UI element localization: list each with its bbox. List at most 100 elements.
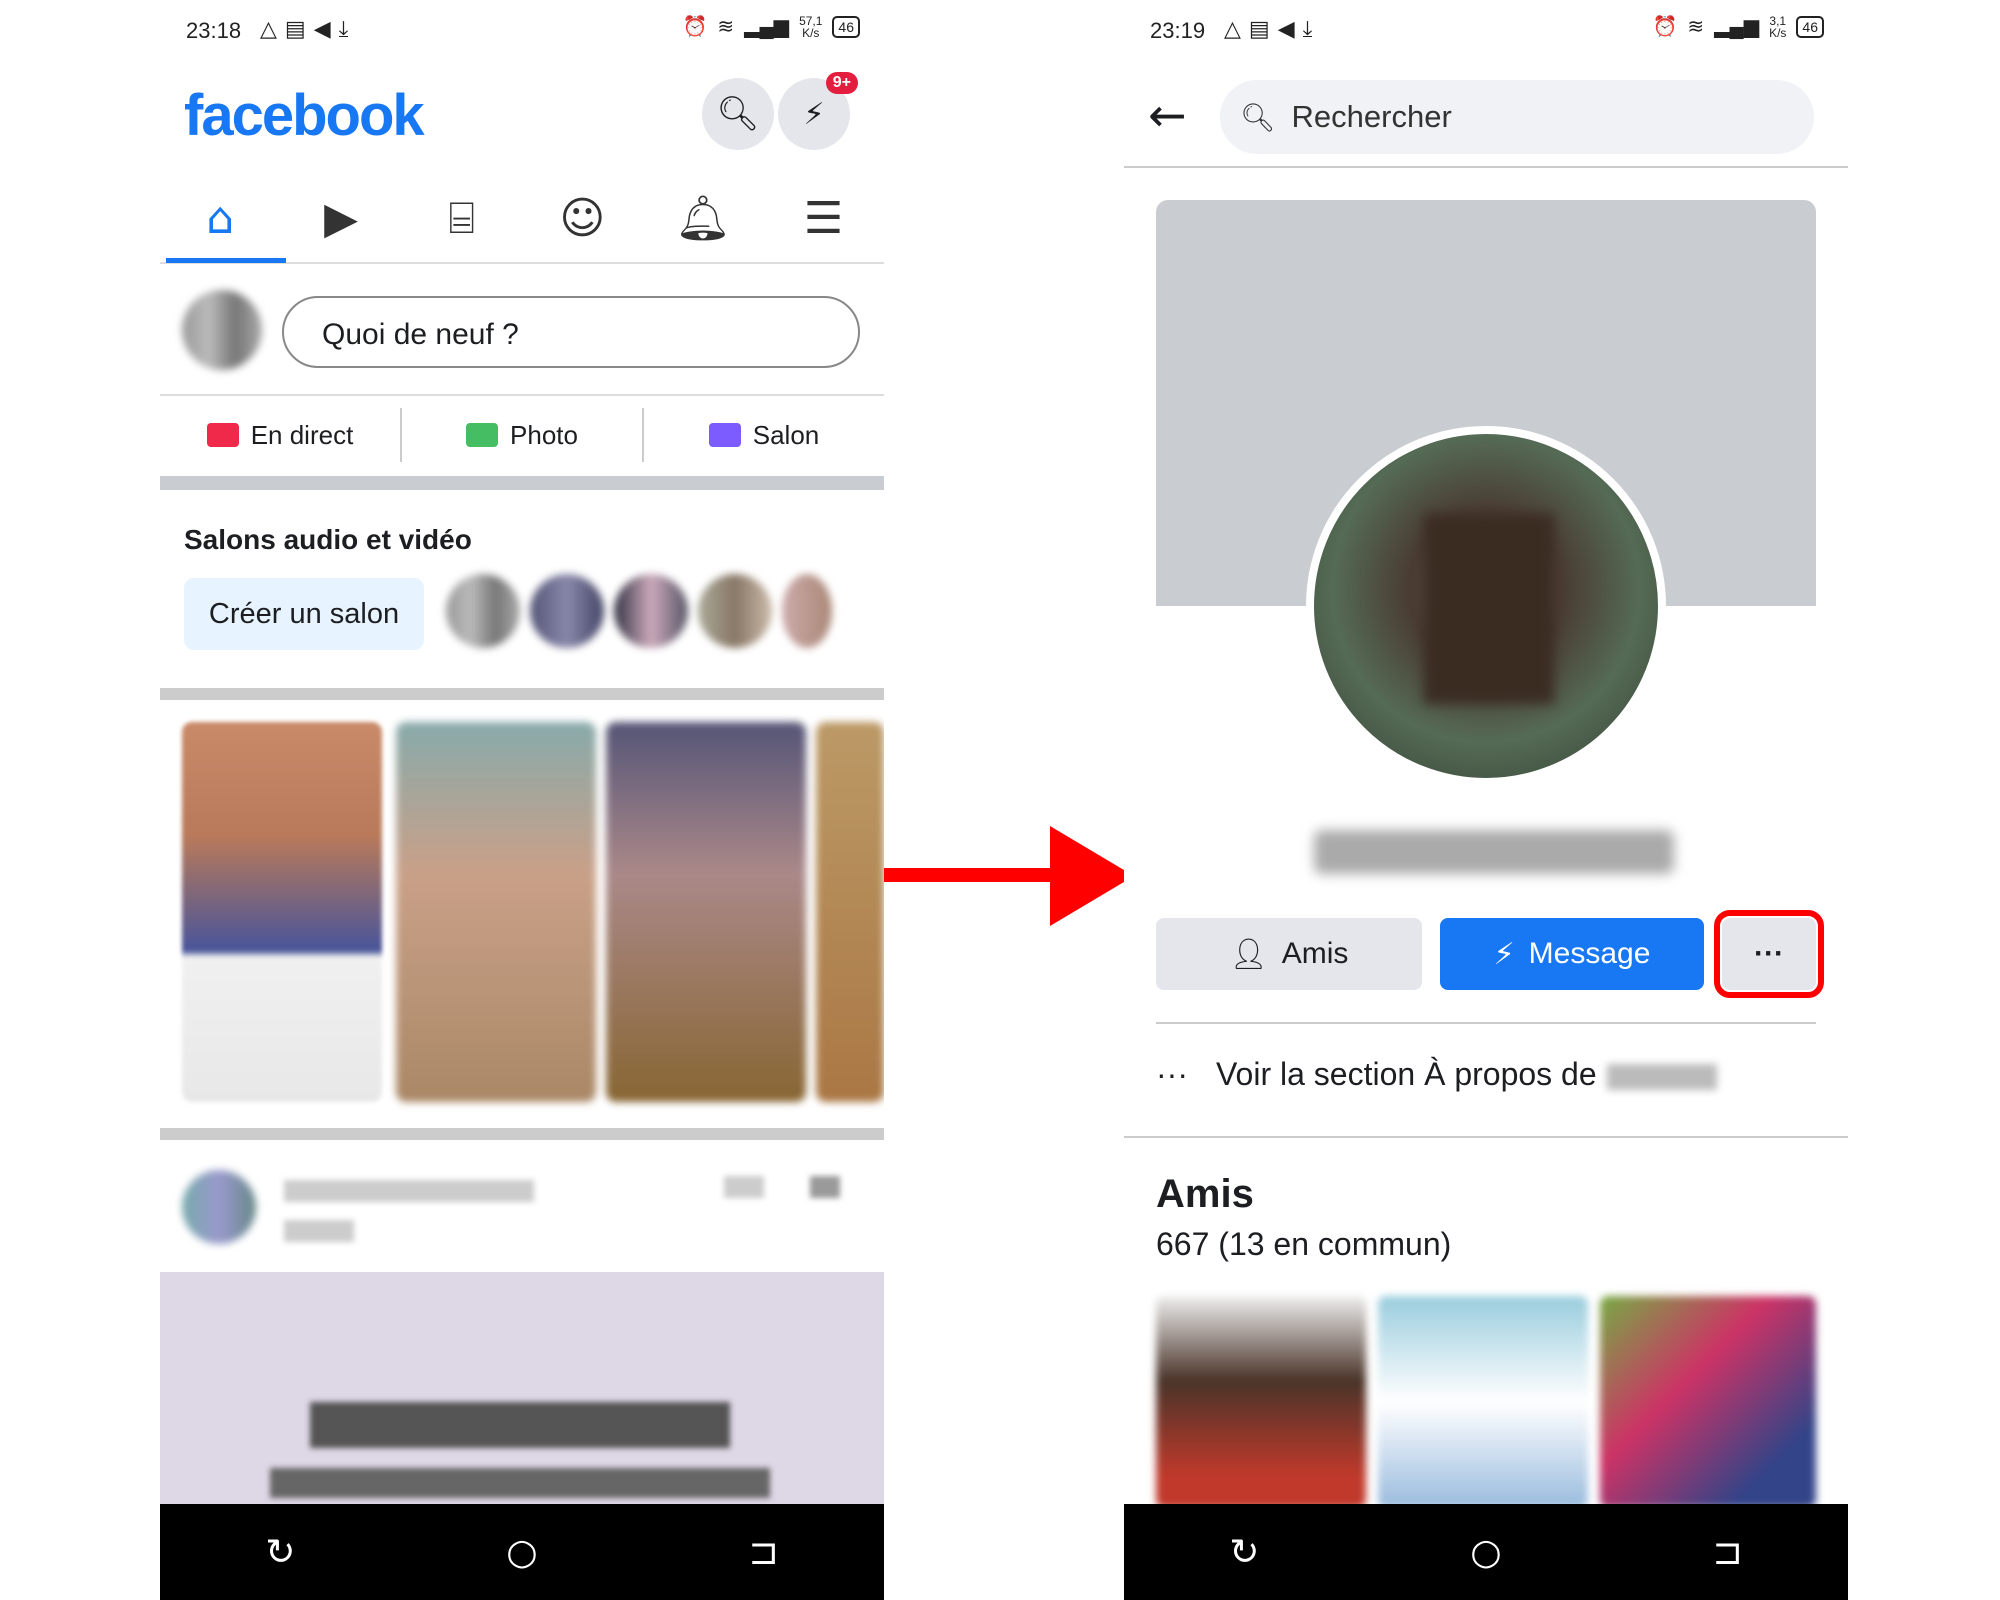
- telegram-icon: ◀: [1277, 16, 1295, 41]
- post-close[interactable]: [810, 1176, 840, 1198]
- messenger-button[interactable]: ⚡︎ 9+: [778, 72, 858, 150]
- room-icon: [708, 423, 741, 447]
- wifi-icon: ≋: [717, 16, 735, 38]
- main-tabs: ⌂ ▶ ⌸ ☺ 🔔︎ ☰: [160, 174, 884, 264]
- news-icon: ▤: [1248, 16, 1270, 41]
- signal-icon: ▂▄▆: [744, 16, 790, 38]
- facebook-logo: facebook: [184, 83, 425, 148]
- post-author-avatar[interactable]: [182, 1170, 256, 1244]
- notifications-icon[interactable]: 🔔︎: [663, 192, 743, 244]
- header-divider: [1124, 166, 1848, 168]
- battery-indicator: 46: [1796, 15, 1824, 38]
- friends-title: Amis: [1156, 1172, 1254, 1216]
- story-card[interactable]: [396, 722, 596, 1102]
- room-friend-avatar[interactable]: [530, 574, 604, 648]
- search-placeholder: Rechercher: [1291, 99, 1452, 134]
- status-time: 23:19: [1150, 18, 1206, 43]
- phone-profile-screen: 23:19 △ ▤ ◀ ⤓ ⏰ ≋ ▂▄▆ 3,1 K/s 46 ← 🔍︎ Rec…: [1124, 0, 1848, 1600]
- room-friend-avatar[interactable]: [446, 574, 520, 648]
- rooms-title: Salons audio et vidéo: [184, 524, 472, 555]
- annotation-arrow-head: [1050, 826, 1134, 926]
- speed-unit: K/s: [1769, 25, 1787, 40]
- room-friend-avatar[interactable]: [614, 574, 688, 648]
- post-options[interactable]: [724, 1176, 764, 1198]
- alarm-icon: ⏰: [682, 16, 708, 38]
- search-input[interactable]: 🔍︎ Rechercher: [1220, 80, 1814, 154]
- alert-icon: △: [1224, 16, 1241, 41]
- post-image[interactable]: [160, 1272, 884, 1504]
- post-timestamp: [284, 1220, 354, 1242]
- telegram-icon: ◀: [313, 16, 331, 41]
- friend-thumbnail[interactable]: [1378, 1296, 1588, 1508]
- message-button-label: Message: [1528, 937, 1651, 970]
- search-button[interactable]: 🔍︎: [702, 78, 774, 150]
- room-button[interactable]: Salon: [644, 408, 884, 462]
- back-nav-icon[interactable]: ⊐: [1712, 1532, 1742, 1573]
- story-card[interactable]: [606, 722, 806, 1102]
- friends-button[interactable]: 👤︎ Amis: [1156, 918, 1422, 990]
- divider: [1156, 1022, 1816, 1024]
- section-divider: [160, 688, 884, 700]
- android-nav-bar: ↻ ○ ⊐: [1124, 1504, 1848, 1600]
- about-section-link[interactable]: ··· Voir la section À propos de: [1156, 1056, 1717, 1093]
- profile-name: [1314, 830, 1674, 874]
- signal-icon: ▂▄▆: [1714, 16, 1760, 38]
- recent-apps-icon[interactable]: ↻: [265, 1532, 295, 1573]
- friend-thumbnail[interactable]: [1600, 1296, 1816, 1508]
- alarm-icon: ⏰: [1652, 16, 1678, 38]
- whats-new-input[interactable]: Quoi de neuf ?: [282, 296, 860, 368]
- status-time: 23:18: [186, 18, 242, 43]
- messenger-icon: ⚡︎: [1493, 937, 1515, 971]
- home-icon[interactable]: ⌂: [180, 193, 260, 244]
- post-actions: En direct Photo Salon: [160, 394, 884, 474]
- profile-icon[interactable]: ☺: [542, 193, 622, 244]
- live-button[interactable]: En direct: [160, 408, 402, 462]
- more-dots-icon: ···: [1156, 1056, 1188, 1092]
- alert-icon: △: [260, 16, 277, 41]
- phone-feed-screen: 23:18 △ ▤ ◀ ⤓ ⏰ ≋ ▂▄▆ 57,1 K/s 46 faceboo…: [160, 0, 884, 1600]
- home-nav-icon[interactable]: ○: [1470, 1532, 1501, 1573]
- android-nav-bar: ↻ ○ ⊐: [160, 1504, 884, 1600]
- about-name: [1606, 1063, 1717, 1090]
- friend-check-icon: 👤︎: [1229, 937, 1268, 971]
- photo-label: Photo: [510, 419, 578, 450]
- network-speed: 3,1 K/s: [1769, 15, 1786, 39]
- speed-unit: K/s: [802, 25, 820, 40]
- messenger-icon: ⚡︎: [803, 97, 825, 131]
- system-icons: ⏰ ≋ ▂▄▆ 57,1 K/s 46: [682, 14, 860, 39]
- story-card[interactable]: [816, 722, 884, 1102]
- messenger-badge: 9+: [825, 72, 858, 94]
- post-image-text: [270, 1468, 770, 1498]
- section-divider: [1124, 1136, 1848, 1138]
- marketplace-icon[interactable]: ⌸: [422, 193, 502, 244]
- watch-icon[interactable]: ▶: [301, 193, 381, 244]
- profile-face: [1424, 514, 1554, 704]
- photo-button[interactable]: Photo: [402, 408, 644, 462]
- more-options-button[interactable]: ···: [1714, 910, 1824, 998]
- profile-picture[interactable]: [1306, 426, 1666, 786]
- room-friend-avatar[interactable]: [782, 574, 832, 648]
- friend-thumbnail[interactable]: [1156, 1296, 1366, 1508]
- section-divider: [160, 1128, 884, 1140]
- back-nav-icon[interactable]: ⊐: [748, 1532, 778, 1573]
- status-bar: 23:19 △ ▤ ◀ ⤓ ⏰ ≋ ▂▄▆ 3,1 K/s 46: [1124, 0, 1848, 64]
- system-icons: ⏰ ≋ ▂▄▆ 3,1 K/s 46: [1652, 14, 1824, 39]
- home-nav-icon[interactable]: ○: [506, 1532, 537, 1573]
- back-arrow-icon[interactable]: ←: [1148, 88, 1187, 142]
- news-icon: ▤: [284, 16, 306, 41]
- create-story-card[interactable]: [182, 722, 382, 1102]
- create-room-button[interactable]: Créer un salon: [184, 578, 424, 650]
- recent-apps-icon[interactable]: ↻: [1229, 1532, 1259, 1573]
- room-friend-avatar[interactable]: [698, 574, 772, 648]
- friends-button-label: Amis: [1281, 937, 1349, 970]
- network-speed: 57,1 K/s: [799, 15, 822, 39]
- download-icon: ⤓: [1302, 16, 1313, 41]
- menu-icon[interactable]: ☰: [784, 193, 864, 244]
- live-icon: [206, 423, 239, 447]
- section-divider: [160, 476, 884, 490]
- user-avatar[interactable]: [182, 290, 262, 370]
- friends-count: 667 (13 en commun): [1156, 1226, 1452, 1262]
- message-button[interactable]: ⚡︎ Message: [1440, 918, 1704, 990]
- post-author-name[interactable]: [284, 1180, 534, 1202]
- annotation-arrow-shaft: [884, 868, 1064, 882]
